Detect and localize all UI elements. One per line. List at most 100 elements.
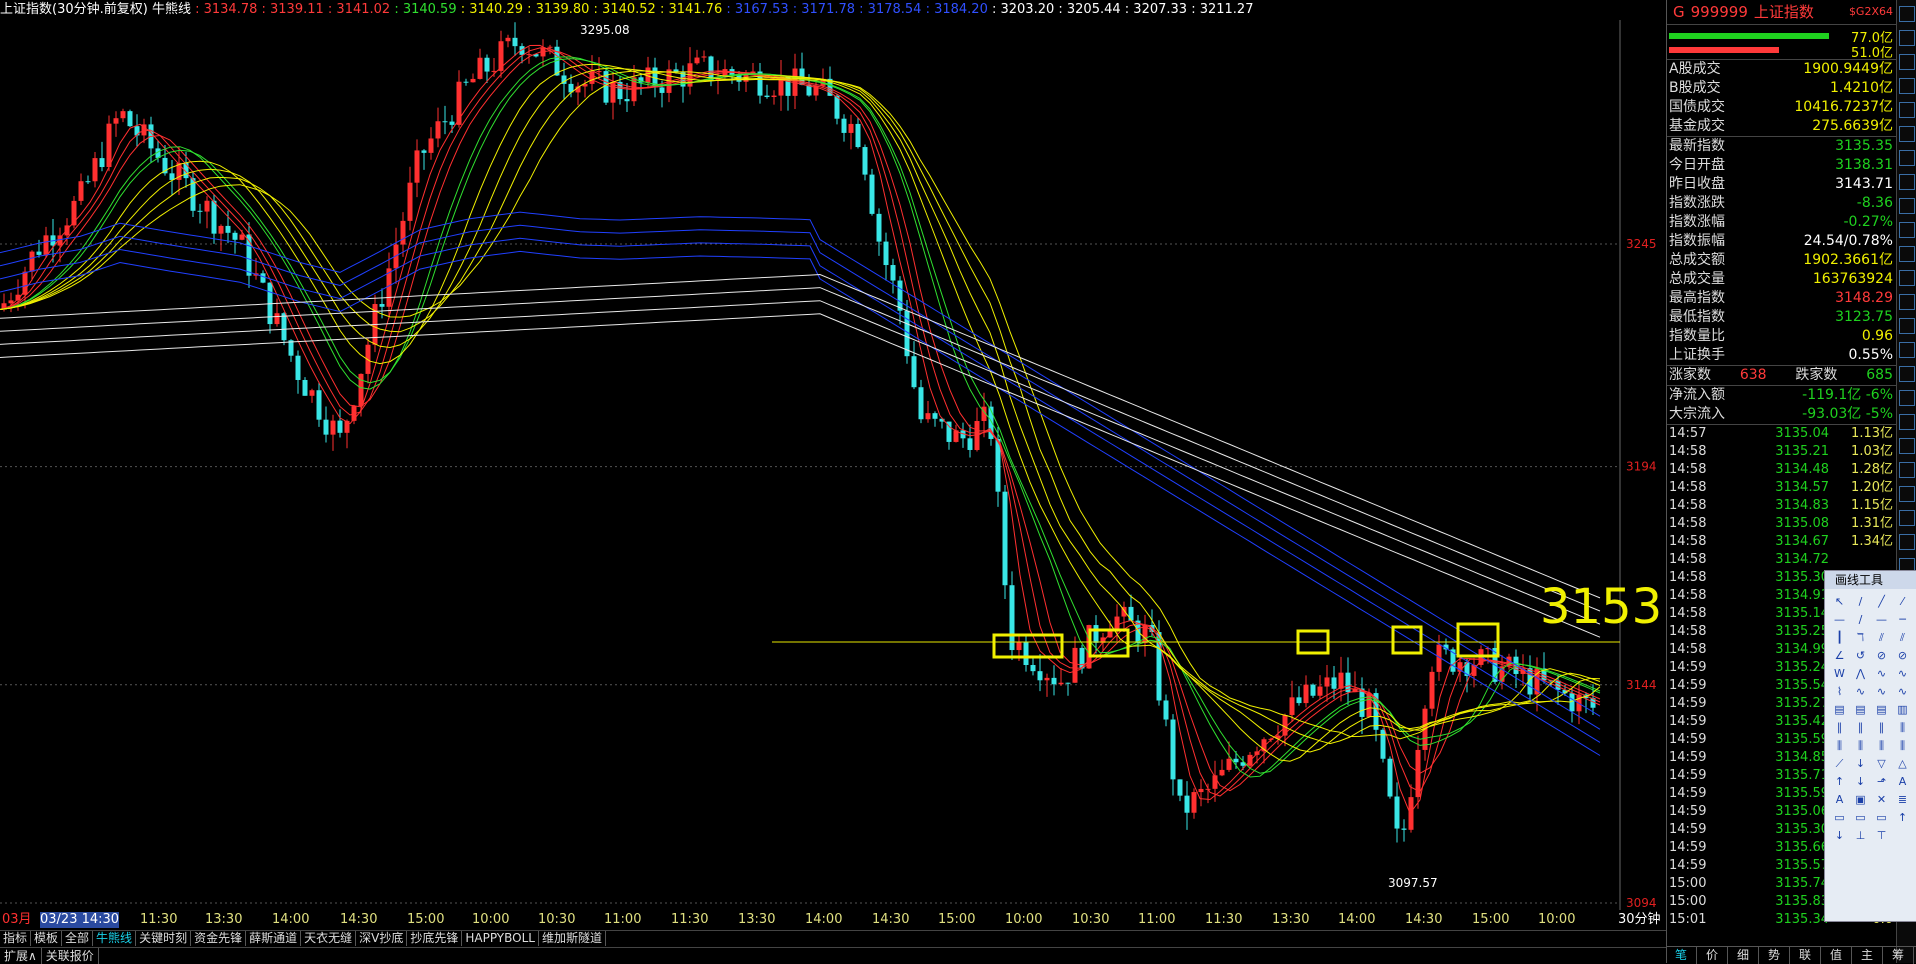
draw-tool-icon[interactable]: ⊤ (1873, 829, 1890, 843)
indicator-tab[interactable]: 模板 (31, 931, 63, 946)
draw-tool-icon[interactable]: ∿ (1852, 685, 1869, 699)
panel-tab[interactable]: 联 (1790, 947, 1821, 964)
draw-tool-icon[interactable]: ∥ (1873, 721, 1890, 735)
indicator-tab[interactable]: HAPPYBOLL (462, 931, 539, 946)
indicator-tab[interactable]: 天衣无缝 (301, 931, 357, 946)
draw-tool-icon[interactable]: ▣ (1852, 793, 1869, 807)
draw-tool-icon[interactable]: W (1831, 667, 1848, 681)
draw-tool-icon[interactable]: ⫽ (1894, 631, 1911, 645)
draw-tool-icon[interactable]: ⟋ (1831, 757, 1848, 771)
toolbar-icon[interactable] (1899, 198, 1915, 214)
indicator-tab[interactable]: 薛斯通道 (246, 931, 302, 946)
draw-tool-icon[interactable]: ↖ (1831, 595, 1848, 609)
toolbar-icon[interactable] (1899, 222, 1915, 238)
toolbar-icon[interactable] (1899, 414, 1915, 430)
draw-tool-icon[interactable]: ⋀ (1852, 667, 1869, 681)
toolbar-icon[interactable] (1899, 150, 1915, 166)
draw-tool-icon[interactable]: ▤ (1831, 703, 1848, 717)
toolbar-icon[interactable] (1899, 366, 1915, 382)
toolbar-icon[interactable] (1899, 30, 1915, 46)
bottom-tab[interactable]: 扩展∧ (0, 948, 42, 964)
draw-tool-icon[interactable]: ⁄ (1894, 595, 1911, 609)
draw-tool-icon[interactable]: ∿ (1894, 685, 1911, 699)
draw-tool-icon[interactable]: ▤ (1873, 703, 1890, 717)
toolbar-icon[interactable] (1899, 246, 1915, 262)
toolbar-icon[interactable] (1899, 390, 1915, 406)
draw-tool-icon[interactable]: ⫽ (1873, 631, 1890, 645)
draw-tool-icon[interactable]: A (1831, 793, 1848, 807)
draw-tool-icon[interactable]: ↺ (1852, 649, 1869, 663)
draw-tool-icon[interactable]: ↓ (1852, 775, 1869, 789)
draw-tool-icon[interactable]: ─ (1894, 613, 1911, 627)
draw-tool-icon[interactable]: ≣ (1894, 793, 1911, 807)
panel-tab[interactable]: 筹 (1883, 947, 1914, 964)
draw-tool-icon[interactable]: / (1852, 595, 1869, 609)
toolbar-icon[interactable] (1899, 270, 1915, 286)
indicator-tab[interactable]: 关键时刻 (136, 931, 192, 946)
toolbar-icon[interactable] (1899, 534, 1915, 550)
draw-tool-icon[interactable]: ∥ (1831, 721, 1848, 735)
draw-tool-icon[interactable]: ⌇ (1831, 685, 1848, 699)
draw-tool-icon[interactable]: ▭ (1831, 811, 1848, 825)
panel-tab[interactable]: 主 (1852, 947, 1883, 964)
draw-tool-icon[interactable]: ↑ (1894, 811, 1911, 825)
draw-tool-icon[interactable]: ⬏ (1873, 775, 1890, 789)
toolbar-icon[interactable] (1899, 342, 1915, 358)
toolbar-icon[interactable] (1899, 54, 1915, 70)
draw-tool-icon[interactable]: ▭ (1852, 811, 1869, 825)
chart-canvas[interactable]: 3245 3194 3144 3094 3153 3295.08 3097.57 (0, 0, 1666, 910)
period-label[interactable]: 30分钟 (1618, 912, 1661, 928)
toolbar-icon[interactable] (1899, 126, 1915, 142)
draw-tool-icon[interactable]: ⫼ (1831, 739, 1848, 753)
toolbar-icon[interactable] (1899, 438, 1915, 454)
draw-tool-icon[interactable]: ∿ (1873, 685, 1890, 699)
draw-tool-icon[interactable]: ⫼ (1894, 721, 1911, 735)
draw-tool-icon[interactable]: ↑ (1831, 775, 1848, 789)
draw-tool-icon[interactable]: ┃ (1831, 631, 1848, 645)
toolbar-icon[interactable] (1899, 486, 1915, 502)
draw-tool-icon[interactable]: ▤ (1852, 703, 1869, 717)
drawing-tools-window[interactable]: 画线工具 ↖ / ╱ ⁄ — ∕ — ─ ┃ ℸ ⫽ ⫽ ∠ ↺ ⊘ ⊘ W ⋀ ∿ ∿ ⌇ ∿ ∿ ∿ ▤ ▤ ▤ ▥ ∥ ∥ ∥ ⫼ ⫼ ⫼ ⫼… (1824, 570, 1916, 922)
indicator-tab[interactable]: 抄底先锋 (407, 931, 463, 946)
draw-tool-icon[interactable]: — (1831, 613, 1848, 627)
indicator-tab[interactable]: 全部 (62, 931, 94, 946)
draw-tool-icon[interactable]: ∿ (1894, 667, 1911, 681)
kline-chart[interactable]: 上证指数(30分钟.前复权) 牛熊线 : 3134.78 : 3139.11 :… (0, 0, 1666, 928)
toolbar-icon[interactable] (1899, 6, 1915, 22)
draw-tool-icon[interactable]: ▭ (1873, 811, 1890, 825)
panel-tab[interactable]: 细 (1728, 947, 1759, 964)
bottom-tab[interactable]: 关联报价 (42, 948, 99, 964)
draw-tool-icon[interactable]: ⊥ (1852, 829, 1869, 843)
draw-tool-icon[interactable]: ✕ (1873, 793, 1890, 807)
indicator-tab[interactable]: 维加斯隧道 (539, 931, 606, 946)
panel-tab[interactable]: 笔 (1666, 947, 1697, 964)
toolbar-icon[interactable] (1899, 78, 1915, 94)
draw-tool-icon[interactable]: ↓ (1831, 829, 1848, 843)
draw-tool-icon[interactable]: A (1894, 775, 1911, 789)
draw-tool-icon[interactable]: ⫼ (1852, 739, 1869, 753)
draw-tool-icon[interactable]: — (1873, 613, 1890, 627)
draw-tool-icon[interactable]: △ (1894, 757, 1911, 771)
indicator-tab[interactable]: 资金先锋 (191, 931, 247, 946)
draw-tool-icon[interactable]: ╱ (1873, 595, 1890, 609)
draw-tool-icon[interactable]: ∿ (1873, 667, 1890, 681)
toolbar-icon[interactable] (1899, 174, 1915, 190)
draw-tool-icon[interactable]: ⊘ (1894, 649, 1911, 663)
toolbar-icon[interactable] (1899, 102, 1915, 118)
panel-tab[interactable]: 值 (1821, 947, 1852, 964)
toolbar-icon[interactable] (1899, 294, 1915, 310)
panel-tab[interactable]: 势 (1759, 947, 1790, 964)
draw-tool-icon[interactable]: ∥ (1852, 721, 1869, 735)
draw-tool-icon[interactable]: ∕ (1852, 613, 1869, 627)
draw-tool-icon[interactable]: ⊘ (1873, 649, 1890, 663)
draw-tool-icon[interactable]: ∠ (1831, 649, 1848, 663)
draw-tool-icon[interactable]: ▽ (1873, 757, 1890, 771)
indicator-tab[interactable]: 深V抄底 (356, 931, 408, 946)
toolbar-icon[interactable] (1899, 510, 1915, 526)
toolbar-icon[interactable] (1899, 318, 1915, 334)
panel-tab[interactable]: 价 (1697, 947, 1728, 964)
draw-tool-icon[interactable]: ▥ (1894, 703, 1911, 717)
indicator-tab[interactable]: 牛熊线 (93, 931, 137, 946)
toolbar-icon[interactable] (1899, 462, 1915, 478)
draw-tool-icon[interactable]: ℸ (1852, 631, 1869, 645)
